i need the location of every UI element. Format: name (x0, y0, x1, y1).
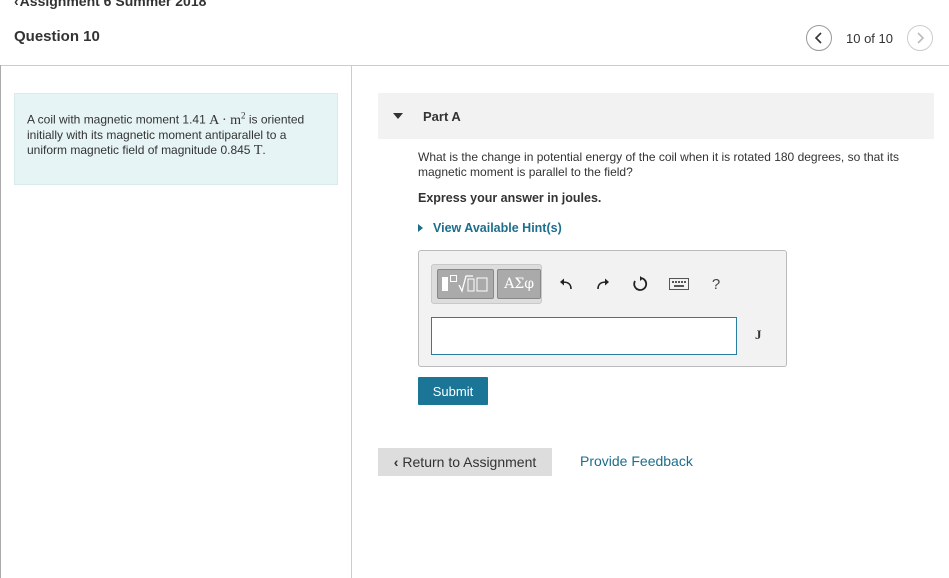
undo-icon[interactable] (558, 274, 574, 294)
back-link-label: Assignment 6 Summer 2018 (19, 0, 207, 9)
math-toolbar-group: ΑΣφ (431, 264, 542, 304)
column-divider (351, 66, 352, 578)
answer-instruction: Express your answer in joules. (418, 191, 602, 205)
chevron-left-icon: ‹ (393, 454, 399, 470)
redo-icon[interactable] (595, 274, 611, 294)
return-to-assignment-button[interactable]: ‹ Return to Assignment (378, 448, 552, 476)
reset-icon[interactable] (631, 274, 649, 294)
part-a-header[interactable]: Part A (378, 93, 934, 139)
provide-feedback-link[interactable]: Provide Feedback (580, 453, 693, 469)
return-label: Return to Assignment (402, 454, 537, 470)
chevron-left-icon (814, 32, 822, 44)
help-button[interactable]: ? (709, 274, 723, 294)
chevron-right-icon (917, 32, 925, 44)
answer-panel: ΑΣφ ? J (418, 250, 787, 367)
submit-button[interactable]: Submit (418, 377, 488, 405)
view-hints-link[interactable]: View Available Hint(s) (418, 221, 562, 235)
header-divider (0, 65, 949, 66)
symbols-button[interactable]: ΑΣφ (497, 269, 541, 299)
answer-unit: J (755, 327, 762, 342)
part-title: Part A (423, 108, 461, 124)
page-title: Question 10 (14, 28, 100, 45)
back-to-assignment-link[interactable]: ‹ Assignment 6 Summer 2018 (14, 0, 206, 9)
previous-question-button[interactable] (806, 25, 832, 51)
caret-down-icon (393, 113, 403, 119)
templates-button[interactable] (437, 269, 495, 299)
left-border (0, 65, 1, 578)
problem-statement: A coil with magnetic moment 1.41 A · m2 … (14, 93, 338, 185)
next-question-button[interactable] (907, 25, 933, 51)
question-pager: 10 of 10 (806, 25, 933, 51)
caret-right-icon (418, 224, 423, 232)
question-text: What is the change in potential energy o… (418, 150, 899, 179)
chevron-left-icon: ‹ (14, 0, 19, 9)
answer-input[interactable] (431, 317, 737, 355)
hint-link-label: View Available Hint(s) (433, 221, 562, 235)
pager-position: 10 of 10 (846, 30, 893, 46)
templates-icon (441, 275, 488, 293)
keyboard-icon[interactable] (668, 274, 690, 294)
